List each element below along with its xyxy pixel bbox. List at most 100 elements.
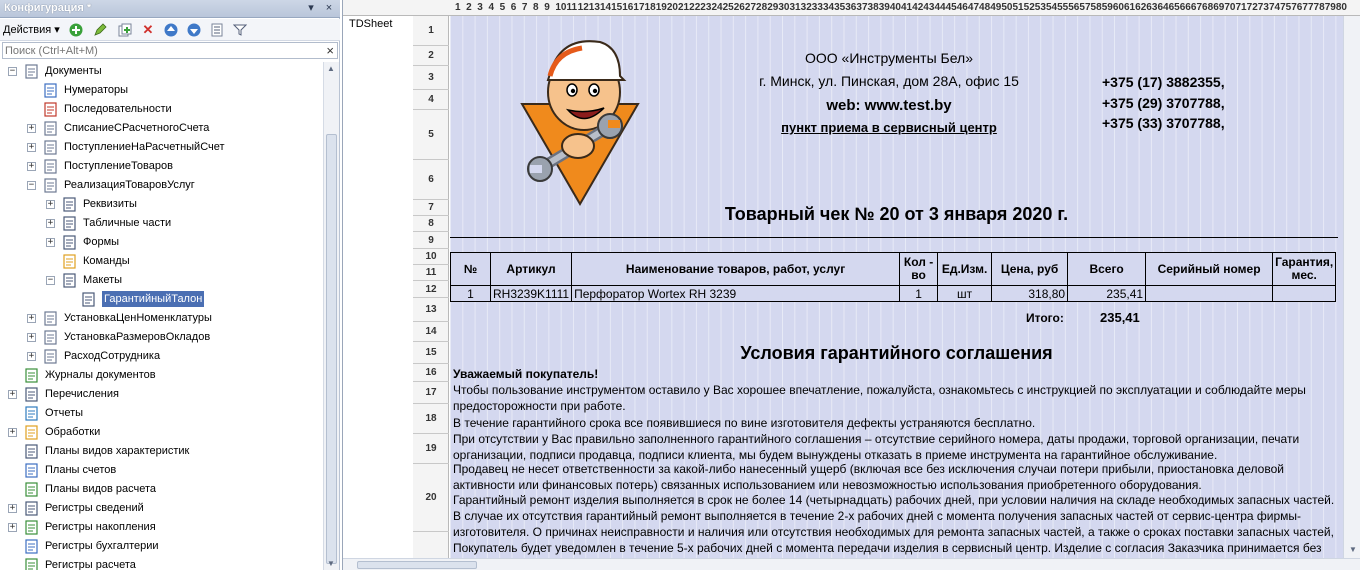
column-number[interactable]: 45 xyxy=(946,2,957,13)
scroll-down-icon[interactable]: ▼ xyxy=(1349,545,1357,554)
column-number[interactable]: 37 xyxy=(856,2,867,13)
tree-item[interactable]: ГарантийныйТалон xyxy=(0,290,322,309)
search-box[interactable]: × xyxy=(2,42,338,59)
column-number[interactable]: 61 xyxy=(1124,2,1135,13)
row-number[interactable]: 2 xyxy=(413,46,449,66)
column-number[interactable]: 18 xyxy=(645,2,656,13)
expand-icon[interactable]: + xyxy=(27,314,36,323)
column-number[interactable]: 38 xyxy=(868,2,879,13)
column-number[interactable]: 80 xyxy=(1336,2,1347,13)
column-number[interactable]: 25 xyxy=(723,2,734,13)
copy-icon[interactable] xyxy=(117,22,133,38)
collapse-icon[interactable]: − xyxy=(8,67,17,76)
column-number[interactable]: 34 xyxy=(823,2,834,13)
column-number[interactable]: 10 xyxy=(555,2,566,13)
move-up-icon[interactable] xyxy=(163,22,179,38)
column-number[interactable]: 62 xyxy=(1135,2,1146,13)
tree-item[interactable]: + Реквизиты xyxy=(0,195,322,214)
tree-item[interactable]: + СписаниеСРасчетногоСчета xyxy=(0,119,322,138)
column-number[interactable]: 76 xyxy=(1291,2,1302,13)
edit-icon[interactable] xyxy=(92,22,108,38)
column-number[interactable]: 11 xyxy=(567,2,578,13)
expand-icon[interactable]: + xyxy=(8,523,17,532)
row-number[interactable]: 16 xyxy=(413,364,449,382)
column-number[interactable]: 58 xyxy=(1091,2,1102,13)
tree-item[interactable]: + Обработки xyxy=(0,423,322,442)
column-number[interactable]: 1 xyxy=(455,2,461,13)
sheet-horizontal-scrollbar[interactable] xyxy=(343,558,1360,570)
clear-search-icon[interactable]: × xyxy=(326,43,334,58)
column-number[interactable]: 7 xyxy=(522,2,528,13)
scroll-up-icon[interactable]: ▲ xyxy=(327,64,335,73)
column-number[interactable]: 77 xyxy=(1302,2,1313,13)
column-number[interactable]: 16 xyxy=(622,2,633,13)
column-number[interactable]: 51 xyxy=(1013,2,1024,13)
scroll-down-icon[interactable]: ▼ xyxy=(327,559,335,568)
column-number[interactable]: 75 xyxy=(1280,2,1291,13)
expand-icon[interactable]: + xyxy=(46,219,55,228)
tree-item[interactable]: Планы счетов xyxy=(0,461,322,480)
column-number[interactable]: 68 xyxy=(1202,2,1213,13)
row-number[interactable]: 17 xyxy=(413,382,449,404)
tree-item[interactable]: + РасходСотрудника xyxy=(0,347,322,366)
row-number[interactable]: 3 xyxy=(413,66,449,90)
column-number[interactable]: 50 xyxy=(1001,2,1012,13)
tree-scrollbar[interactable]: ▲ ▼ xyxy=(323,62,339,570)
table-cell[interactable]: 318,80 xyxy=(991,285,1069,302)
list-icon[interactable] xyxy=(209,22,225,38)
tree-item[interactable]: Нумераторы xyxy=(0,81,322,100)
tree-item[interactable]: − РеализацияТоваровУслуг xyxy=(0,176,322,195)
row-number[interactable]: 10 xyxy=(413,249,449,265)
column-number[interactable]: 56 xyxy=(1068,2,1079,13)
column-number[interactable]: 39 xyxy=(879,2,890,13)
document-area[interactable]: ООО «Инструменты Бел» г. Минск, ул. Пинс… xyxy=(450,16,1343,558)
column-number[interactable]: 64 xyxy=(1157,2,1168,13)
column-number[interactable]: 67 xyxy=(1191,2,1202,13)
close-icon[interactable]: × xyxy=(322,1,336,15)
column-number[interactable]: 36 xyxy=(845,2,856,13)
row-number[interactable]: 6 xyxy=(413,160,449,200)
tree-item[interactable]: + Перечисления xyxy=(0,385,322,404)
column-number[interactable]: 73 xyxy=(1258,2,1269,13)
column-number[interactable]: 14 xyxy=(600,2,611,13)
table-cell[interactable]: шт xyxy=(937,285,993,302)
row-number[interactable]: 18 xyxy=(413,404,449,434)
expand-icon[interactable]: + xyxy=(27,124,36,133)
column-number[interactable]: 17 xyxy=(633,2,644,13)
column-number[interactable]: 55 xyxy=(1057,2,1068,13)
column-number[interactable]: 30 xyxy=(778,2,789,13)
column-number[interactable]: 5 xyxy=(500,2,506,13)
tree-item[interactable]: Планы видов расчета xyxy=(0,480,322,499)
tree-item[interactable]: − Макеты xyxy=(0,271,322,290)
column-number[interactable]: 48 xyxy=(979,2,990,13)
column-number[interactable]: 60 xyxy=(1113,2,1124,13)
column-number[interactable]: 54 xyxy=(1046,2,1057,13)
column-number[interactable]: 6 xyxy=(511,2,517,13)
table-cell[interactable]: 235,41 xyxy=(1067,285,1147,302)
column-number[interactable]: 47 xyxy=(968,2,979,13)
tree-item[interactable]: Регистры бухгалтерии xyxy=(0,537,322,556)
expand-icon[interactable]: + xyxy=(27,143,36,152)
collapse-icon[interactable]: − xyxy=(27,181,36,190)
expand-icon[interactable]: + xyxy=(27,352,36,361)
column-number[interactable]: 13 xyxy=(589,2,600,13)
column-number[interactable]: 46 xyxy=(957,2,968,13)
tree-item[interactable]: Отчеты xyxy=(0,404,322,423)
column-number[interactable]: 20 xyxy=(667,2,678,13)
column-number[interactable]: 26 xyxy=(734,2,745,13)
tree-item[interactable]: Регистры расчета xyxy=(0,556,322,570)
search-input[interactable] xyxy=(5,44,315,57)
row-number[interactable]: 9 xyxy=(413,232,449,249)
collapse-icon[interactable]: − xyxy=(46,276,55,285)
column-number[interactable]: 79 xyxy=(1325,2,1336,13)
expand-icon[interactable]: + xyxy=(46,238,55,247)
table-row[interactable]: 1 RH3239K1111 Перфоратор Wortex RH 3239 1 шт… xyxy=(450,285,1337,302)
column-number[interactable]: 52 xyxy=(1024,2,1035,13)
column-number[interactable]: 66 xyxy=(1180,2,1191,13)
row-number[interactable]: 12 xyxy=(413,281,449,298)
column-number[interactable]: 9 xyxy=(544,2,550,13)
column-number[interactable]: 69 xyxy=(1213,2,1224,13)
dropdown-icon[interactable]: ▾ xyxy=(304,1,318,15)
row-number[interactable]: 5 xyxy=(413,110,449,160)
column-number[interactable]: 71 xyxy=(1236,2,1247,13)
